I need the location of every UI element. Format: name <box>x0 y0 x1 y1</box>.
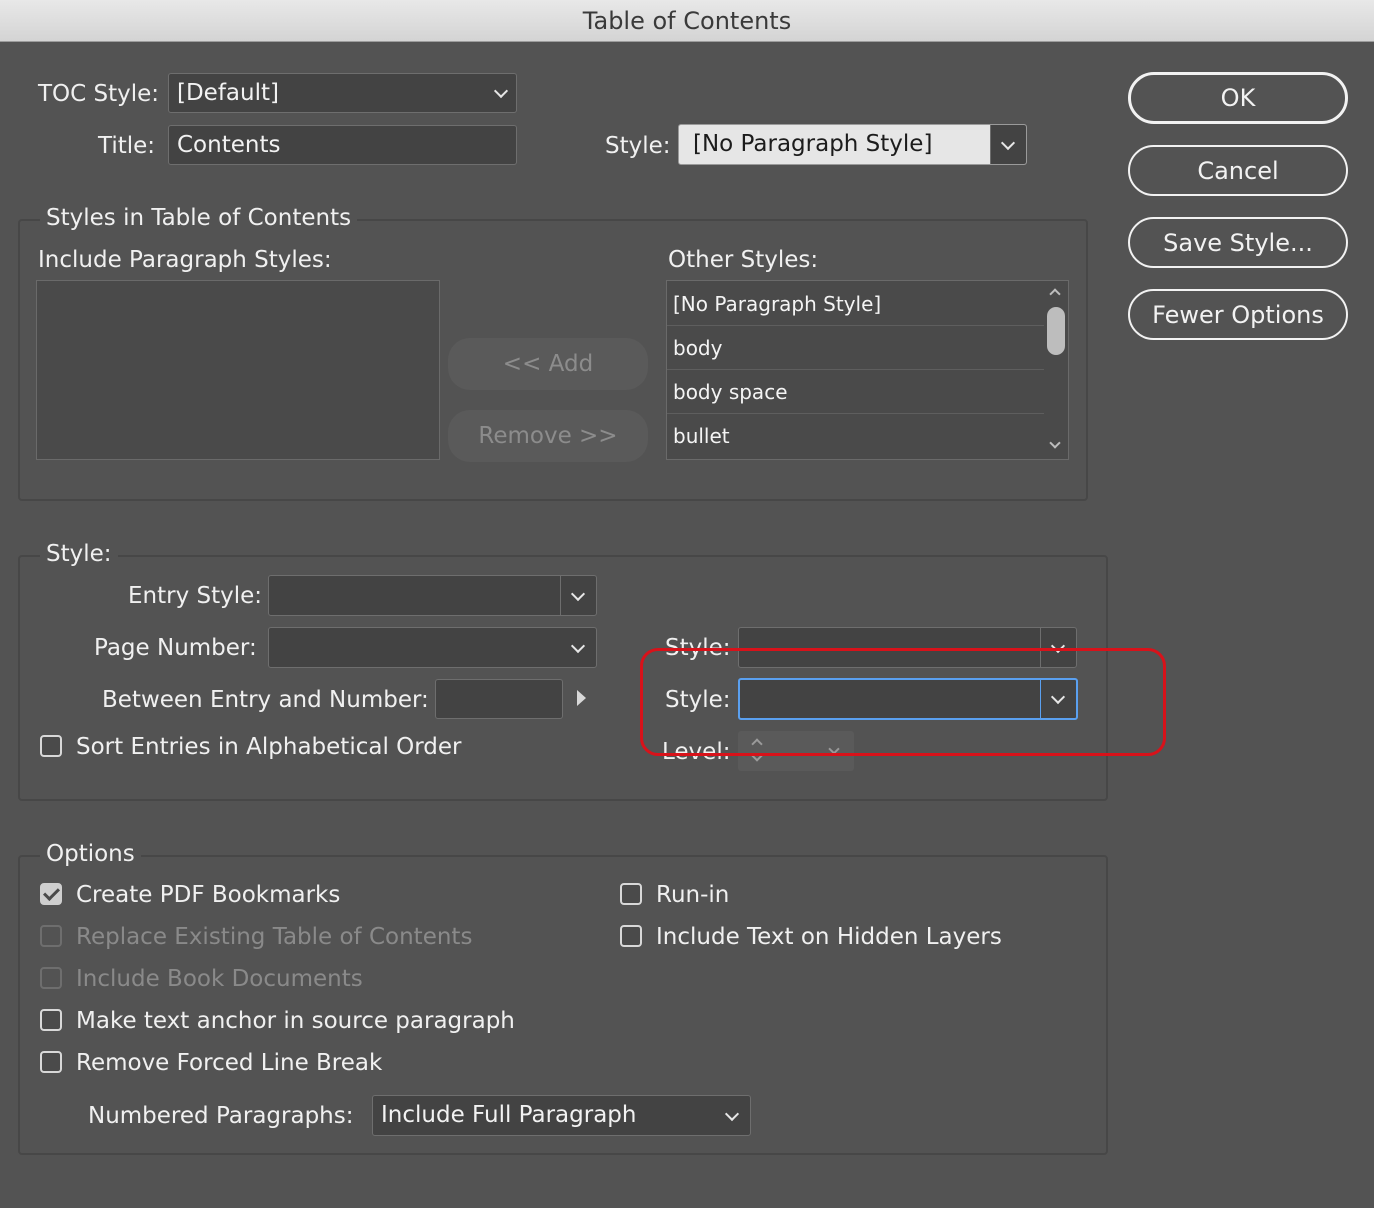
title-input[interactable]: Contents <box>168 125 517 165</box>
sort-entries-checkbox[interactable] <box>40 735 62 757</box>
run-in-checkbox[interactable] <box>620 883 642 905</box>
save-style-button[interactable]: Save Style... <box>1128 217 1348 268</box>
remove-forced-line-break-checkbox[interactable] <box>40 1051 62 1073</box>
toc-style-value: [Default] <box>177 80 279 106</box>
between-style-label: Style: <box>665 687 731 713</box>
between-entry-number-label: Between Entry and Number: <box>102 687 429 713</box>
scrollbar[interactable] <box>1044 281 1068 459</box>
chevron-down-icon <box>724 1106 740 1121</box>
title-label: Title: <box>98 133 156 159</box>
scroll-down-icon[interactable] <box>1049 437 1061 449</box>
title-style-value: [No Paragraph Style] <box>693 131 933 157</box>
replace-existing-checkbox <box>40 925 62 947</box>
include-hidden-layers-label: Include Text on Hidden Layers <box>656 924 1002 950</box>
entry-style-dropdown[interactable] <box>268 575 597 616</box>
options-legend: Options <box>40 840 141 868</box>
list-item[interactable]: bullet <box>667 414 1044 458</box>
toc-style-dropdown[interactable]: [Default] <box>168 73 517 113</box>
numbered-paragraphs-label: Numbered Paragraphs: <box>88 1103 354 1129</box>
create-pdf-bookmarks-label: Create PDF Bookmarks <box>76 882 341 908</box>
cancel-button[interactable]: Cancel <box>1128 145 1348 196</box>
toc-style-label: TOC Style: <box>38 81 160 107</box>
include-hidden-layers-checkbox[interactable] <box>620 925 642 947</box>
replace-existing-label: Replace Existing Table of Contents <box>76 924 473 950</box>
stepper-down-icon[interactable] <box>751 750 763 762</box>
list-item[interactable]: [No Paragraph Style] <box>667 282 1044 326</box>
sort-entries-label: Sort Entries in Alphabetical Order <box>76 734 462 760</box>
scrollbar-thumb[interactable] <box>1047 307 1065 355</box>
remove-button[interactable]: Remove >> <box>448 410 648 462</box>
between-entry-number-input[interactable] <box>435 679 563 719</box>
window-title-bar: Table of Contents <box>0 0 1374 42</box>
make-text-anchor-checkbox[interactable] <box>40 1009 62 1031</box>
stepper-up-icon[interactable] <box>751 738 763 750</box>
chevron-down-icon <box>493 83 509 99</box>
title-style-label: Style: <box>605 133 671 159</box>
other-styles-label: Other Styles: <box>668 247 819 273</box>
page-number-dropdown[interactable] <box>268 627 597 668</box>
style-group-legend: Style: <box>40 540 118 568</box>
between-style-dropdown[interactable] <box>738 678 1078 720</box>
include-book-documents-checkbox <box>40 967 62 989</box>
ok-button[interactable]: OK <box>1128 72 1348 124</box>
chevron-down-icon <box>570 638 586 653</box>
level-stepper[interactable] <box>738 731 854 771</box>
include-paragraph-styles-label: Include Paragraph Styles: <box>38 247 332 273</box>
list-item[interactable]: body space <box>667 370 1044 414</box>
numbered-paragraphs-dropdown[interactable]: Include Full Paragraph <box>372 1095 751 1136</box>
create-pdf-bookmarks-checkbox[interactable] <box>40 883 62 905</box>
run-in-label: Run-in <box>656 882 730 908</box>
page-number-label: Page Number: <box>94 635 257 661</box>
include-book-documents-label: Include Book Documents <box>76 966 363 992</box>
page-number-style-label: Style: <box>665 635 731 661</box>
window-title: Table of Contents <box>582 6 792 35</box>
other-styles-list[interactable]: [No Paragraph Style] body body space bul… <box>666 280 1069 460</box>
styles-in-toc-legend: Styles in Table of Contents <box>40 204 358 232</box>
include-paragraph-styles-list[interactable] <box>36 280 440 460</box>
title-value: Contents <box>177 132 281 158</box>
fewer-options-button[interactable]: Fewer Options <box>1128 289 1348 340</box>
remove-forced-line-break-label: Remove Forced Line Break <box>76 1050 383 1076</box>
make-text-anchor-label: Make text anchor in source paragraph <box>76 1008 515 1034</box>
title-style-dropdown[interactable]: [No Paragraph Style] <box>678 124 1027 165</box>
level-label: Level: <box>662 739 731 765</box>
list-item[interactable]: body <box>667 326 1044 370</box>
entry-style-label: Entry Style: <box>128 583 263 609</box>
scroll-up-icon[interactable] <box>1049 288 1061 300</box>
special-characters-menu-icon[interactable] <box>577 690 586 706</box>
add-button[interactable]: << Add <box>448 338 648 390</box>
chevron-down-icon <box>828 743 840 755</box>
numbered-paragraphs-value: Include Full Paragraph <box>381 1102 637 1128</box>
page-number-style-dropdown[interactable] <box>738 627 1077 668</box>
